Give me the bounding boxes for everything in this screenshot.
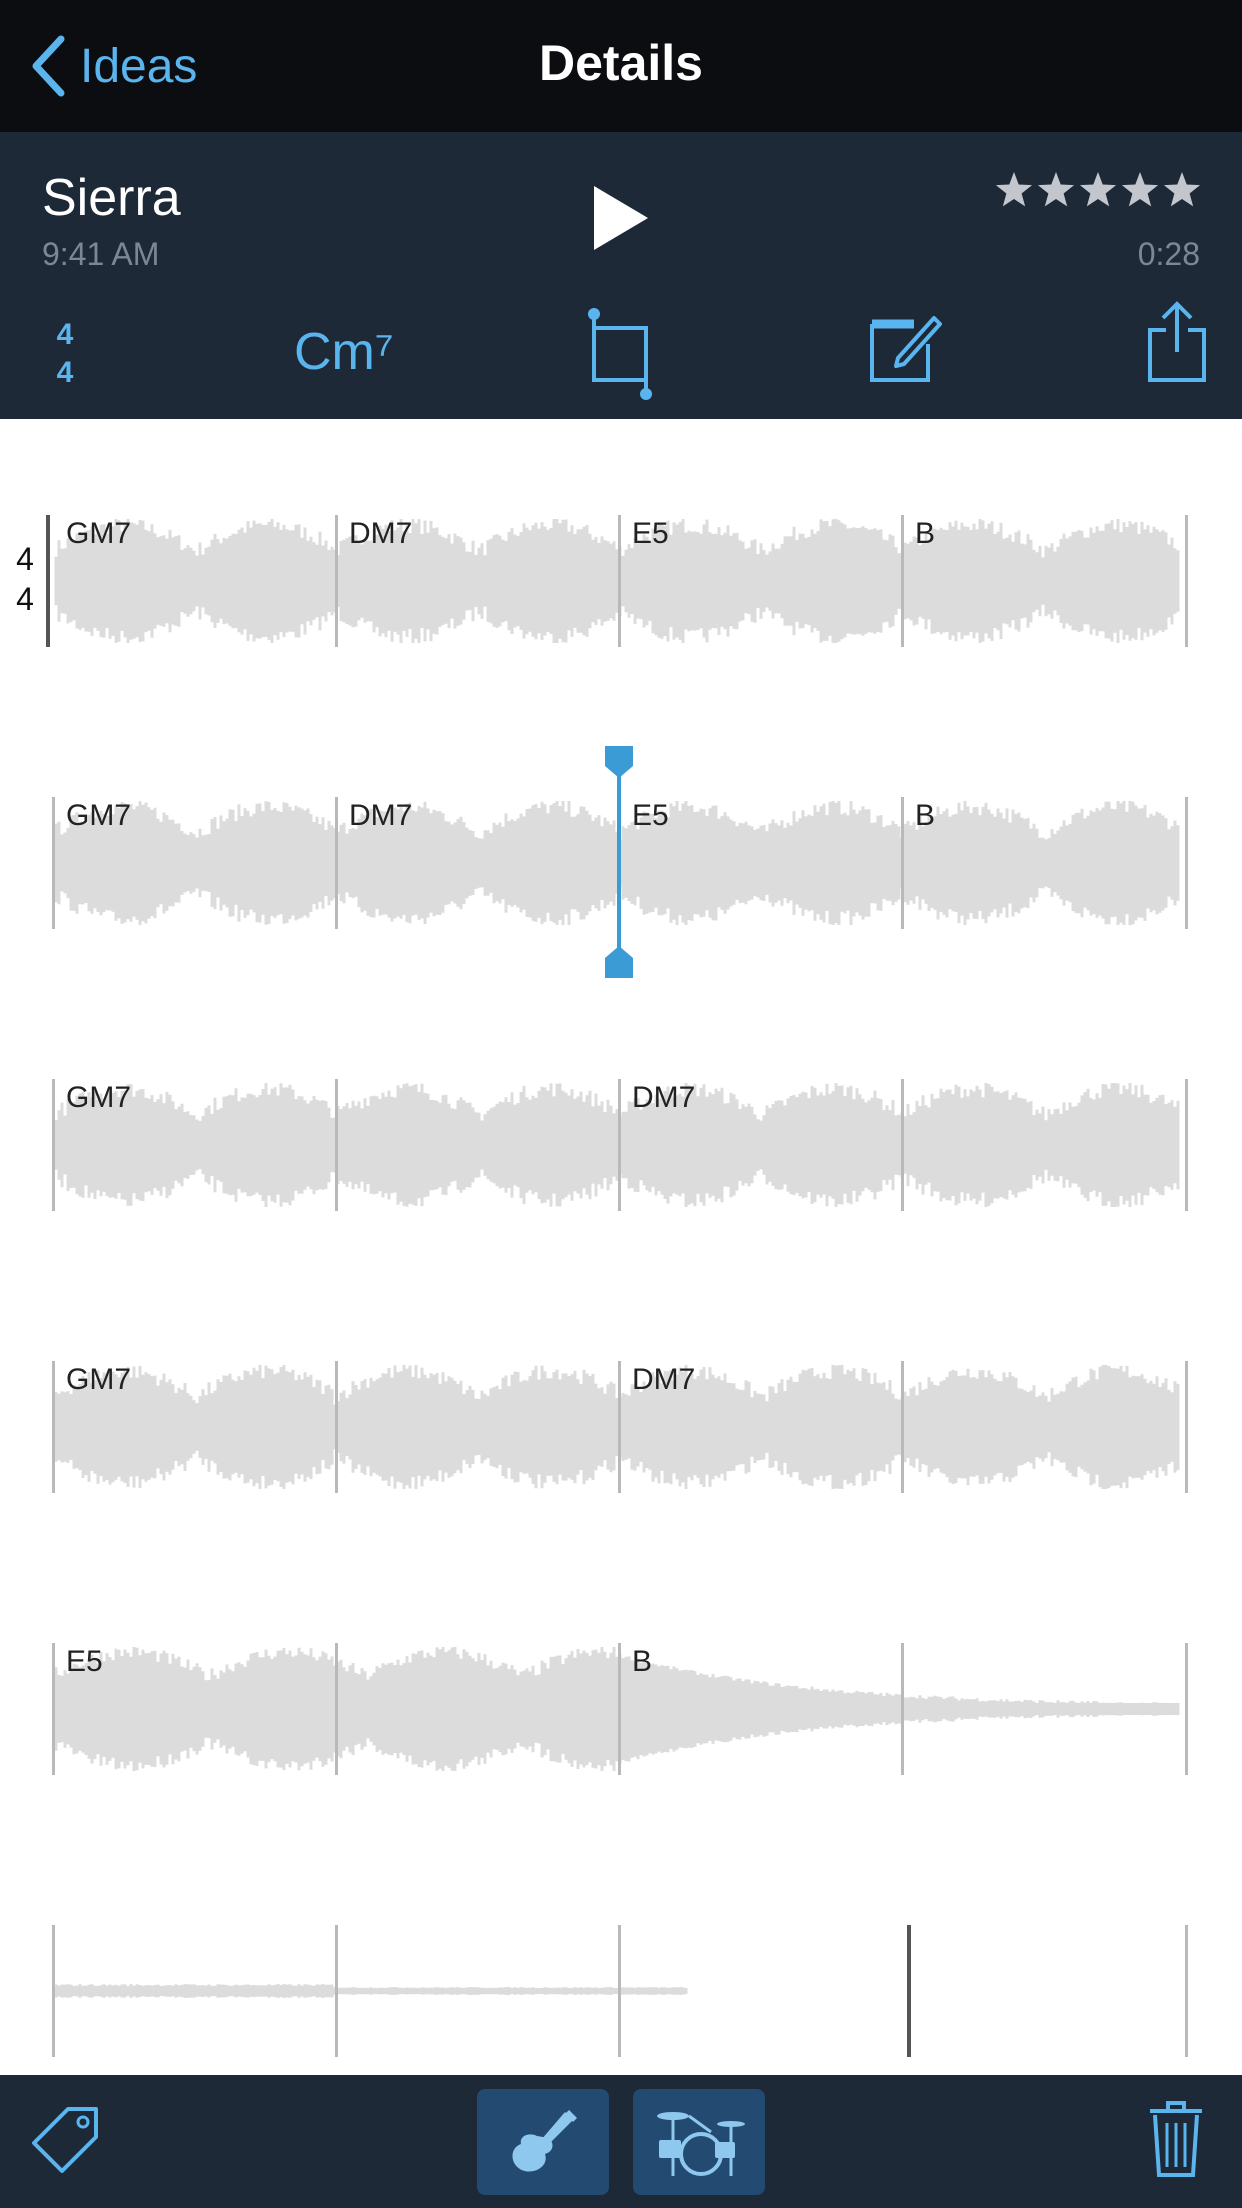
bar-line [335, 1361, 338, 1493]
time-signature-top: 4 [56, 318, 74, 351]
bar-line [907, 1925, 911, 2057]
play-icon [594, 186, 648, 250]
waveform [54, 519, 1180, 643]
score-time-signature-bottom: 4 [16, 581, 34, 617]
chord-label[interactable]: GM7 [66, 799, 131, 833]
bar-line [46, 515, 50, 647]
tag-icon [32, 2107, 98, 2173]
song-header: Sierra 9:41 AM 0:28 4 4 Cm⁷ [0, 132, 1242, 419]
navigation-bar: Ideas Details [0, 0, 1242, 132]
crop-icon [588, 308, 652, 400]
chord-label[interactable]: DM7 [632, 1363, 695, 1397]
chord-label[interactable]: GM7 [66, 1081, 131, 1115]
waveform [54, 1984, 688, 1998]
chord-label[interactable]: DM7 [349, 517, 412, 551]
score-row[interactable]: GM7 DM7 [0, 1079, 1242, 1219]
bar-line [1185, 515, 1188, 647]
bar-line [1185, 1361, 1188, 1493]
star-icon[interactable] [1120, 170, 1160, 210]
star-icon[interactable] [1036, 170, 1076, 210]
star-icon[interactable] [1078, 170, 1118, 210]
recording-time: 9:41 AM [42, 236, 160, 272]
score-time-signature: 44 [14, 539, 36, 619]
bar-line [1185, 1079, 1188, 1211]
score-time-signature-top: 4 [16, 541, 34, 577]
bar-line [52, 797, 55, 929]
song-title[interactable]: Sierra [42, 168, 181, 228]
chord-label[interactable]: E5 [632, 799, 669, 833]
bar-line [1185, 1925, 1188, 2057]
bar-line [335, 1925, 338, 2057]
drums-button[interactable] [633, 2089, 765, 2195]
chord-label[interactable]: GM7 [66, 517, 131, 551]
share-button[interactable] [1146, 300, 1208, 389]
tag-button[interactable] [30, 2105, 102, 2182]
star-icon[interactable] [1162, 170, 1202, 210]
bar-line [618, 1925, 621, 2057]
waveform [54, 1083, 1180, 1207]
share-icon [1148, 301, 1206, 382]
guitar-icon [512, 2110, 577, 2172]
bar-line [52, 1925, 55, 2057]
bar-line [335, 797, 338, 929]
page-title: Details [539, 35, 703, 91]
waveform [54, 1647, 1180, 1771]
star-rating[interactable] [994, 170, 1202, 210]
bar-line [335, 515, 338, 647]
chord-label[interactable]: E5 [66, 1645, 103, 1679]
chord-label[interactable]: B [632, 1645, 652, 1679]
bar-line [52, 1361, 55, 1493]
star-icon[interactable] [994, 170, 1034, 210]
delete-button[interactable] [1148, 2099, 1204, 2184]
play-button[interactable] [588, 182, 652, 259]
time-signature-button[interactable]: 4 4 [54, 316, 76, 392]
bottom-toolbar [0, 2075, 1242, 2208]
song-duration: 0:28 [1137, 236, 1200, 272]
bar-line [618, 515, 621, 647]
bar-line [335, 1643, 338, 1775]
chord-label[interactable]: DM7 [632, 1081, 695, 1115]
bar-line [901, 1361, 904, 1493]
bar-line [1185, 1643, 1188, 1775]
chord-label[interactable]: B [915, 517, 935, 551]
time-signature-bottom: 4 [56, 356, 74, 389]
bar-line [1185, 797, 1188, 929]
bar-line [335, 1079, 338, 1211]
score-row[interactable]: GM7 DM7 [0, 1361, 1242, 1501]
bar-line [901, 1643, 904, 1775]
bar-line [901, 797, 904, 929]
score-view[interactable]: GM7 DM7 E5 B 4 4 GM7 DM7 E5 B GM7 DM7 GM7 DM7 E5 B [0, 419, 1242, 2075]
bar-line [618, 1079, 621, 1211]
chord-label[interactable]: GM7 [66, 1363, 131, 1397]
bar-line [52, 1079, 55, 1211]
chord-label[interactable]: E5 [632, 517, 669, 551]
edit-button[interactable] [868, 308, 944, 389]
waveform [54, 1365, 1180, 1489]
score-row[interactable]: GM7 DM7 E5 B 4 4 [0, 515, 1242, 655]
score-row[interactable]: E5 B [0, 1643, 1242, 1783]
bar-line [901, 1079, 904, 1211]
bar-line [618, 1643, 621, 1775]
playhead-marker-icon [605, 746, 633, 978]
key-button[interactable]: Cm⁷ [294, 322, 394, 382]
guitar-button[interactable] [477, 2089, 609, 2195]
chord-label[interactable]: B [915, 799, 935, 833]
bar-line [52, 1643, 55, 1775]
trash-icon [1150, 2101, 1202, 2177]
drums-icon [657, 2112, 745, 2176]
bar-line [901, 515, 904, 647]
edit-icon [870, 316, 942, 382]
playhead[interactable] [601, 746, 637, 983]
chord-label[interactable]: DM7 [349, 799, 412, 833]
bar-line [618, 1361, 621, 1493]
score-row[interactable] [0, 1925, 1242, 2065]
crop-button[interactable] [584, 304, 656, 409]
